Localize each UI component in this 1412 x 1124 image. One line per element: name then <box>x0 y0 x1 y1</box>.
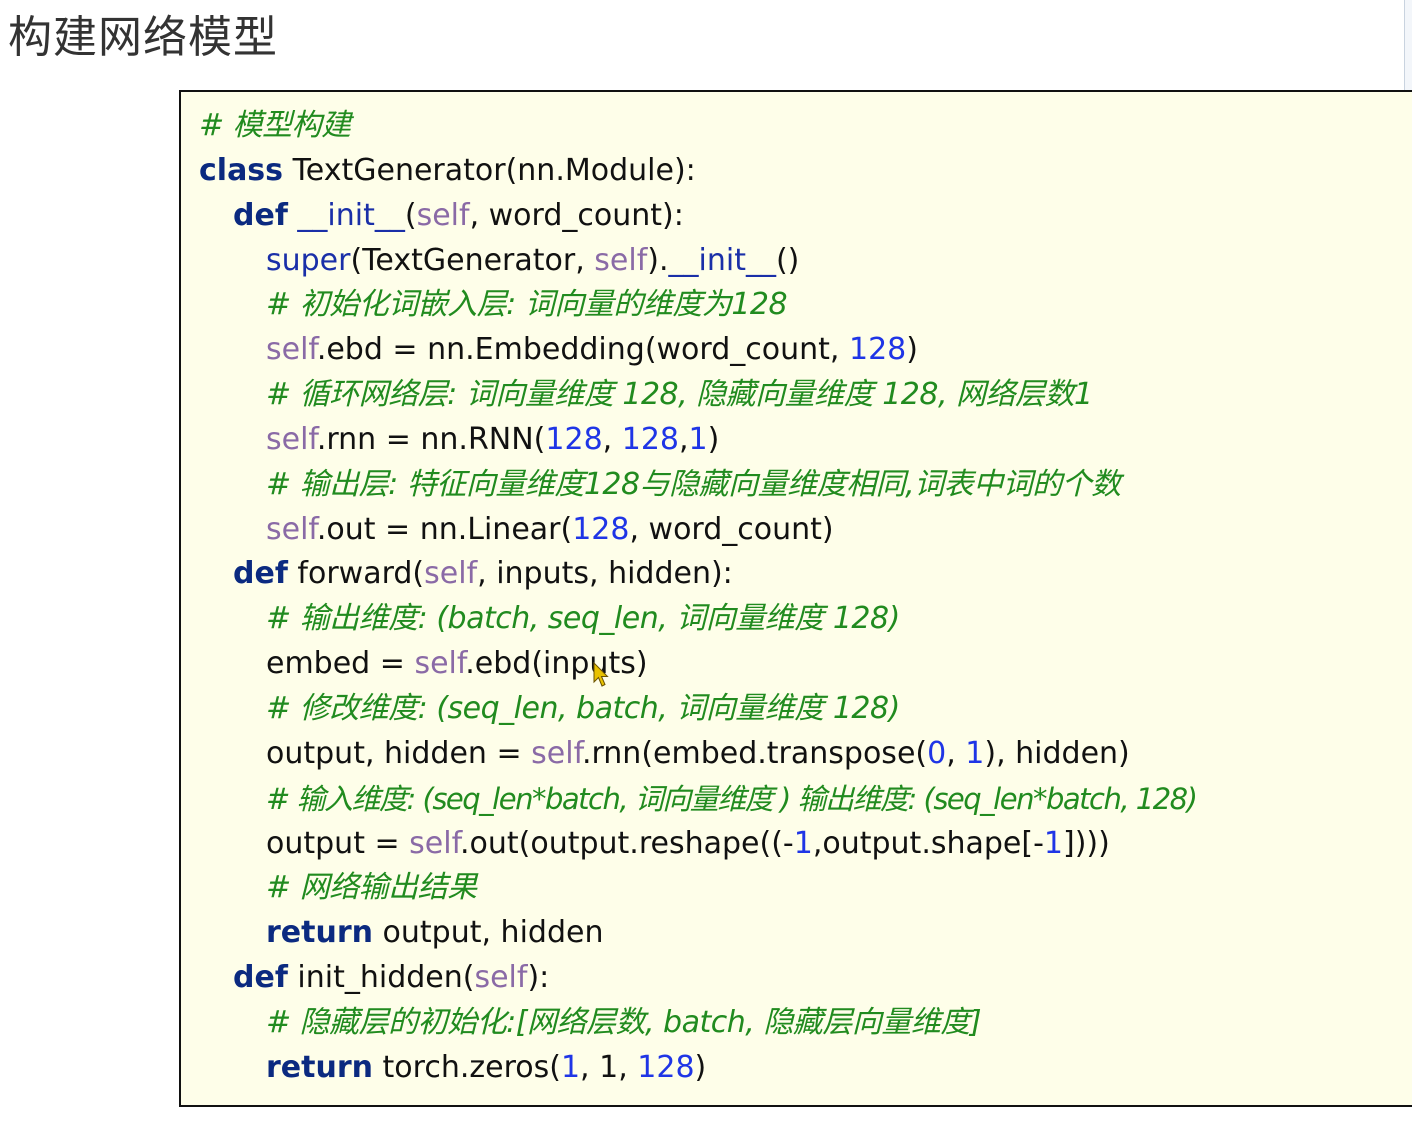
code-token-plain: , <box>602 421 622 457</box>
code-token-comment: # 循环网络层: 词向量维度 128, 隐藏向量维度 128, 网络层数1 <box>266 377 1093 413</box>
code-token-plain: ) <box>694 1049 707 1085</box>
code-token-plain: .rnn = nn.RNN( <box>316 421 546 457</box>
code-line: return output, hidden <box>199 911 1412 956</box>
code-token-num: 1 <box>688 421 708 457</box>
code-token-num: 1 <box>1043 825 1064 861</box>
code-comment-line: # 模型构建 <box>199 104 1412 149</box>
code-line: self.out = nn.Linear(128, word_count) <box>199 508 1412 553</box>
code-comment-line: # 初始化词嵌入层: 词向量的维度为128 <box>199 283 1412 328</box>
code-lines: # 模型构建 class TextGenerator(nn.Module): def… <box>199 104 1412 1091</box>
code-token-num: 128 <box>848 332 907 368</box>
code-token-plain: .out(output.reshape((- <box>459 825 794 861</box>
code-token-comment: # 模型构建 <box>199 108 351 143</box>
code-token-plain: ( <box>404 197 417 233</box>
code-token-num: 128 <box>637 1049 695 1085</box>
code-token-kw: def <box>233 556 288 592</box>
code-line: def forward(self, inputs, hidden): <box>199 552 1412 597</box>
code-line: self.rnn = nn.RNN(128, 128,1) <box>199 418 1412 463</box>
code-token-plain: embed = <box>266 646 415 682</box>
code-token-kw: def <box>233 197 288 233</box>
code-comment-line: # 循环网络层: 词向量维度 128, 隐藏向量维度 128, 网络层数1 <box>199 373 1412 418</box>
code-line: return torch.zeros(1, 1, 128) <box>199 1046 1412 1091</box>
code-token-num: 1 <box>965 735 985 771</box>
code-token-plain: .out = nn.Linear( <box>316 511 573 547</box>
code-token-num: 0 <box>927 735 947 771</box>
code-comment-line: # 修改维度: (seq_len, batch, 词向量维度 128) <box>199 687 1412 732</box>
code-line: def init_hidden(self): <box>199 956 1412 1001</box>
code-line: embed = self.ebd(inputs) <box>199 642 1412 687</box>
code-comment-line: # 隐藏层的初始化:[网络层数, batch, 隐藏层向量维度] <box>199 1001 1412 1046</box>
code-token-num: 128 <box>572 511 630 547</box>
code-token-self: self <box>266 511 317 547</box>
code-token-plain: ) <box>707 421 720 457</box>
code-token-num: 1 <box>793 825 813 861</box>
code-token-comment: # 输入维度: (seq_len*batch, 词向量维度 ) 输出维度: (s… <box>266 781 1198 816</box>
code-token-kw: class <box>199 152 284 188</box>
code-token-num: 128 <box>621 421 679 457</box>
code-token-comment: # 输出维度: (batch, seq_len, 词向量维度 128) <box>266 601 900 637</box>
code-line: self.ebd = nn.Embedding(word_count, 128) <box>199 328 1412 373</box>
code-token-plain: ]))) <box>1063 825 1110 861</box>
code-token-plain: .ebd(inputs) <box>465 646 648 682</box>
code-token-self: self <box>416 197 470 233</box>
code-token-self: self <box>531 735 582 771</box>
code-token-self: self <box>266 421 317 457</box>
code-token-self: self <box>424 556 478 592</box>
code-token-plain: .rnn(embed.transpose( <box>581 735 928 771</box>
code-token-comment: # 隐藏层的初始化:[网络层数, batch, 隐藏层向量维度] <box>266 1004 982 1040</box>
code-token-plain: output = <box>266 825 410 861</box>
code-comment-line: # 输出层: 特征向量维度128与隐藏向量维度相同,词表中词的个数 <box>199 463 1412 508</box>
code-token-self: self <box>594 242 648 278</box>
code-token-comment: # 初始化词嵌入层: 词向量的维度为128 <box>266 287 788 323</box>
code-token-num: 128 <box>545 421 603 457</box>
code-token-plain: init_hidden( <box>287 960 475 996</box>
code-token-plain: (TextGenerator, <box>350 242 595 278</box>
code-line: output = self.out(output.reshape((-1,out… <box>199 822 1412 867</box>
code-token-plain: output, hidden = <box>266 735 532 771</box>
code-token-plain: torch.zeros( <box>373 1049 561 1085</box>
code-line: output, hidden = self.rnn(embed.transpos… <box>199 732 1412 777</box>
code-token-plain: ) <box>906 332 918 368</box>
code-token-plain: forward( <box>287 556 425 592</box>
mouse-pointer-icon <box>593 662 609 687</box>
code-token-plain: , word_count) <box>629 511 834 547</box>
code-token-plain: ), hidden) <box>984 735 1130 771</box>
code-token-comment: # 修改维度: (seq_len, batch, 词向量维度 128) <box>266 690 900 726</box>
code-token-plain: ). <box>647 242 669 278</box>
code-token-plain: , <box>679 421 689 457</box>
code-line: super(TextGenerator, self).__init__() <box>199 239 1412 284</box>
code-token-plain: () <box>775 242 800 278</box>
code-token-plain: , <box>946 735 966 771</box>
code-token-plain: , 1, <box>580 1049 638 1085</box>
code-token-plain: ,output.shape[- <box>812 825 1044 861</box>
code-token-self: self <box>414 646 466 682</box>
code-token-plain: , word_count): <box>469 197 684 233</box>
code-line: def __init__(self, word_count): <box>199 194 1412 239</box>
code-token-comment: # 输出层: 特征向量维度128与隐藏向量维度相同,词表中词的个数 <box>266 466 1121 502</box>
code-token-self: self <box>474 960 528 996</box>
code-comment-line: # 输入维度: (seq_len*batch, 词向量维度 ) 输出维度: (s… <box>199 777 1412 822</box>
code-token-plain: , inputs, hidden): <box>477 556 733 592</box>
code-token-self: self <box>409 825 460 861</box>
code-token-plain: ): <box>527 960 550 996</box>
code-token-kw: return <box>266 915 373 951</box>
code-comment-line: # 输出维度: (batch, seq_len, 词向量维度 128) <box>199 597 1412 642</box>
code-line: class TextGenerator(nn.Module): <box>199 149 1412 194</box>
code-block: # 模型构建 class TextGenerator(nn.Module): def… <box>179 90 1412 1107</box>
code-token-plain: output, hidden <box>373 915 604 951</box>
code-comment-line: # 网络输出结果 <box>199 866 1412 911</box>
code-token-num: 1 <box>560 1049 581 1085</box>
code-token-comment: # 网络输出结果 <box>266 870 477 906</box>
code-token-plain: TextGenerator(nn.Module): <box>283 152 696 188</box>
code-token-dunder: __init__ <box>668 242 776 278</box>
code-token-plain: .ebd = nn.Embedding(word_count, <box>316 332 849 368</box>
code-token-dunder: __init__ <box>297 197 405 233</box>
code-token-kw: return <box>266 1049 373 1085</box>
code-token-kw: def <box>233 960 288 996</box>
code-token-builtin: super <box>266 242 351 278</box>
page-title: 构建网络模型 <box>8 12 278 63</box>
code-token-self: self <box>266 332 317 368</box>
